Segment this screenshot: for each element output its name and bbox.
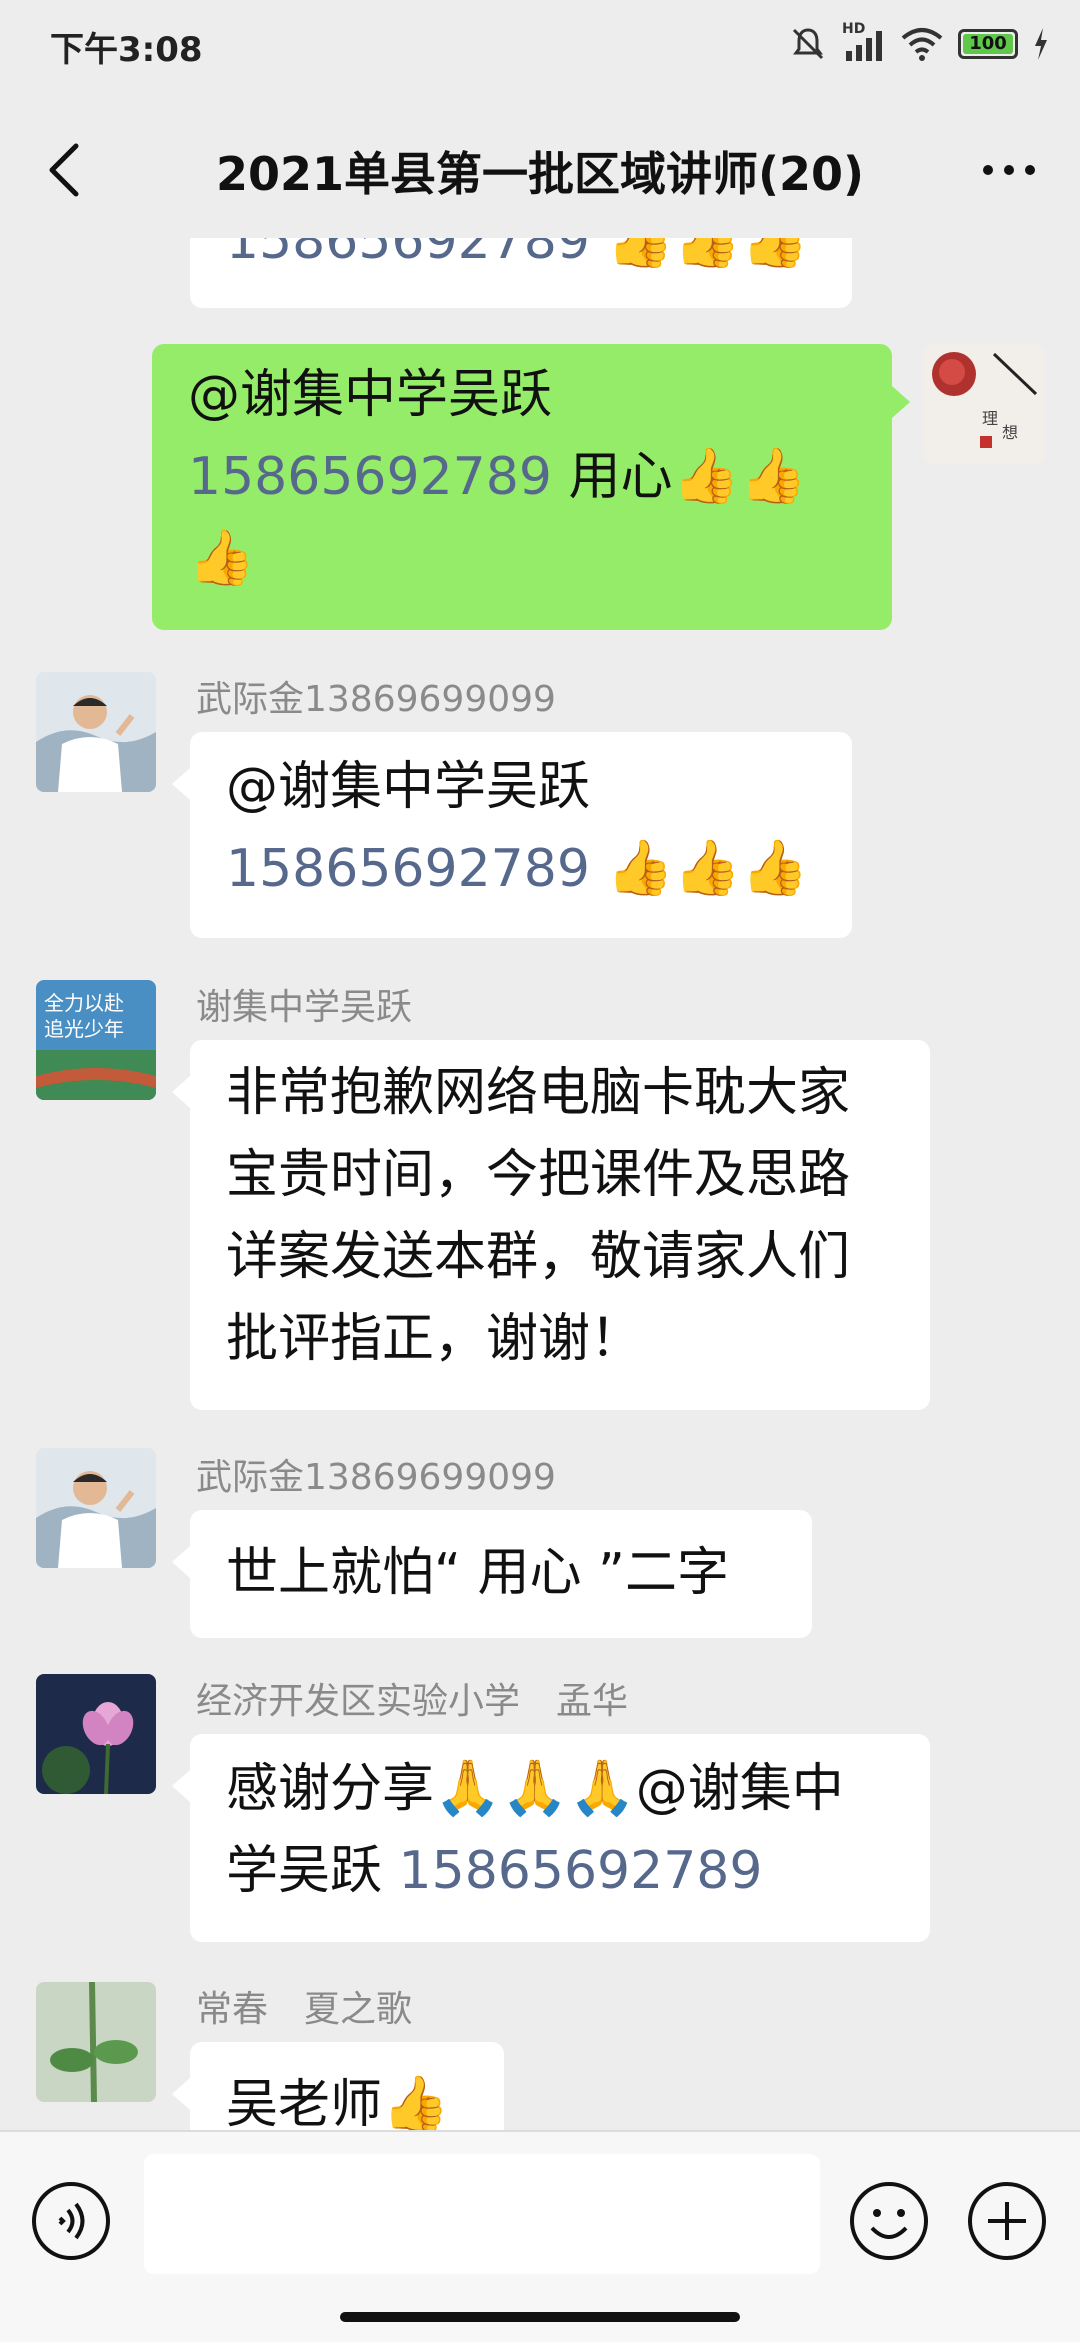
message-list[interactable]: 15865692789 👍👍👍 @谢集中学吴跃 15865692789 用心👍👍… [0,238,1080,2130]
thumbs-up-emoji: 👍👍 [672,444,807,507]
phone-link[interactable]: 15865692789 [399,1841,763,1901]
voice-icon[interactable] [30,2180,112,2262]
status-time: 下午3:08 [50,30,203,70]
battery-percent: 100 [969,33,1007,54]
sender-avatar[interactable] [36,1674,156,1794]
mention-text: @谢集中学吴跃 [226,757,591,817]
mute-bell-icon [792,28,824,60]
sender-avatar[interactable] [36,1448,156,1568]
message-bubble[interactable]: 15865692789 👍👍👍 [190,238,852,308]
message-text: 感谢分享 [226,1759,435,1819]
sender-avatar[interactable]: 全力以赴 追光少年 [36,980,156,1100]
wifi-icon [901,28,943,61]
battery-icon: 100 [958,29,1018,59]
svg-text:理: 理 [982,409,998,428]
thumbs-up-emoji: 👍 [188,526,256,589]
bubble-tail [172,1546,190,1578]
mention-text: 学吴跃 [226,1841,399,1901]
svg-text:追光少年: 追光少年 [44,1017,124,1041]
message-line: 感谢分享🙏🙏🙏@谢集中 [226,1748,894,1830]
message-line: 15865692789 👍👍👍 [226,828,816,910]
mention-text: @谢集中学吴跃 [188,365,553,425]
message-line: 宝贵时间，今把课件及思路 [226,1145,851,1205]
input-bar [0,2130,1080,2342]
status-icons: HD 100 [788,21,1050,66]
message-line: 学吴跃 15865692789 [226,1830,894,1912]
bubble-tail [172,768,190,800]
bubble-tail [172,2078,190,2110]
sender-name: 常春 夏之歌 [196,1989,413,2030]
message-bubble[interactable]: 世上就怕“ 用心 ”二字 [190,1510,812,1638]
message-line: 👍 [188,518,856,600]
mention-text: @谢集中 [635,1759,844,1819]
message-bubble[interactable]: 感谢分享🙏🙏🙏@谢集中 学吴跃 15865692789 [190,1734,930,1942]
message-line: 批评指正，谢谢！ [226,1309,643,1369]
home-indicator[interactable] [340,2312,740,2322]
back-button[interactable] [38,140,94,200]
phone-link[interactable]: 15865692789 [226,238,590,271]
message-text: 世上就怕“ 用心 ”二字 [226,1543,729,1603]
sender-name: 谢集中学吴跃 [196,987,413,1028]
svg-text:想: 想 [1002,423,1018,442]
sender-avatar[interactable] [36,672,156,792]
more-button[interactable] [974,140,1044,200]
message-line: 非常抱歉网络电脑卡耽大家 [226,1063,851,1123]
message-line: 15865692789 用心👍👍 [188,436,856,518]
bubble-tail [172,1076,190,1108]
sender-name: 经济开发区实验小学 孟华 [196,1681,629,1722]
bubble-tail [172,1770,190,1802]
sender-name: 武际金13869699099 [196,679,556,720]
plus-icon[interactable] [966,2180,1048,2262]
message-input[interactable] [144,2154,820,2274]
self-avatar[interactable]: 理 想 [924,344,1044,464]
bubble-tail [892,386,910,418]
message-text: 用心 [551,447,673,507]
pray-emoji: 🙏🙏🙏 [434,1756,636,1819]
thumbs-up-emoji: 👍 [382,2072,450,2131]
status-bar: 下午3:08 HD 100 [0,0,1080,90]
message-bubble[interactable]: @谢集中学吴跃 15865692789 👍👍👍 [190,732,852,938]
message-bubble[interactable]: 非常抱歉网络电脑卡耽大家 宝贵时间，今把课件及思路 详案发送本群，敬请家人们 批… [190,1040,930,1410]
message-line: 详案发送本群，敬请家人们 [226,1227,851,1287]
svg-text:全力以赴: 全力以赴 [44,991,124,1015]
smiley-icon[interactable] [848,2180,930,2262]
message-bubble[interactable]: 吴老师👍 [190,2042,504,2130]
phone-link[interactable]: 15865692789 [188,447,552,507]
phone-link[interactable]: 15865692789 [226,839,590,899]
sender-avatar[interactable] [36,1982,156,2102]
message-bubble-sent[interactable]: @谢集中学吴跃 15865692789 用心👍👍 👍 [152,344,892,630]
charging-icon [1035,28,1047,60]
thumbs-up-emoji: 👍👍👍 [606,238,809,271]
chat-title: 2021单县第一批区域讲师(20) [215,147,865,201]
message-text: 吴老师 [226,2075,383,2130]
thumbs-up-emoji: 👍👍👍 [606,836,809,899]
nav-bar: 2021单县第一批区域讲师(20) [0,110,1080,230]
signal-icon: HD [842,21,886,63]
sender-name: 武际金13869699099 [196,1457,556,1498]
